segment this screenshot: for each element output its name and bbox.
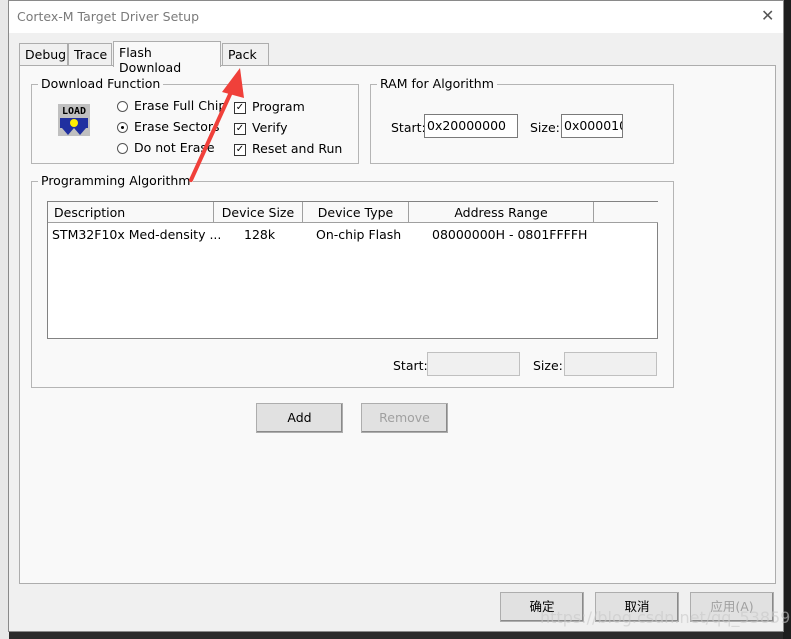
annotation-arrow-icon xyxy=(189,68,244,182)
tab-flash-download[interactable]: Flash Download xyxy=(113,41,221,75)
